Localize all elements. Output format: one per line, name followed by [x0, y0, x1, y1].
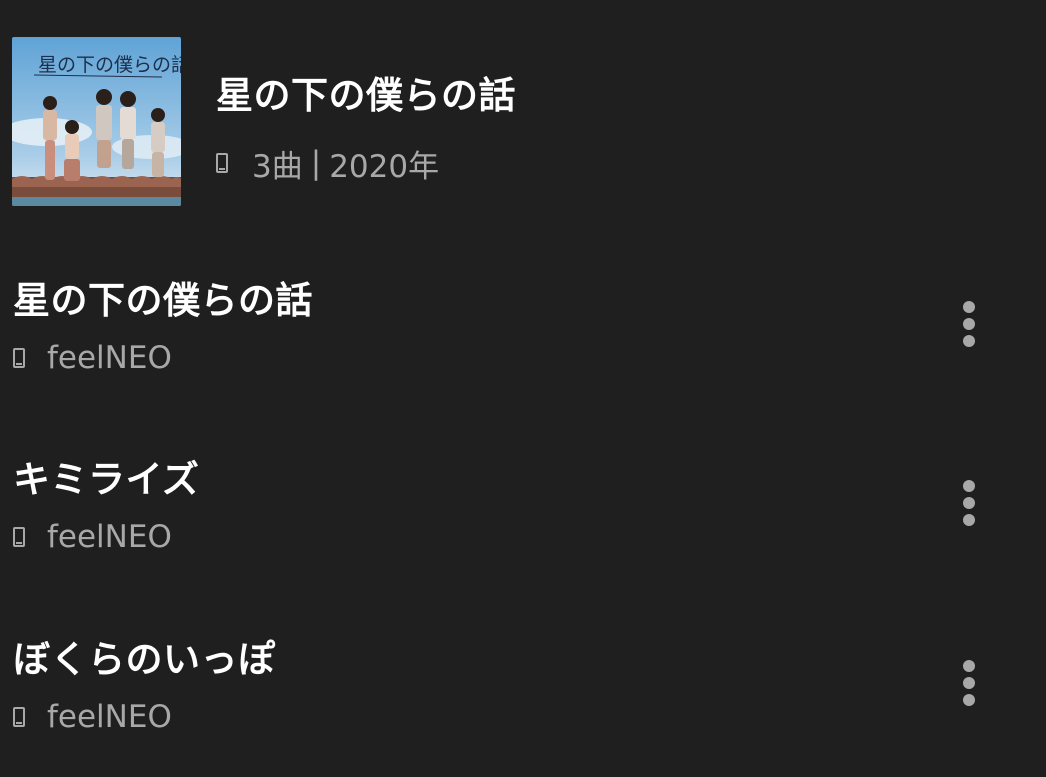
more-options-button[interactable] [948, 294, 990, 354]
more-vert-icon-dot [963, 318, 975, 330]
track-row[interactable]: キミライズ feelNEO [0, 449, 1046, 599]
more-vert-icon-dot [963, 497, 975, 509]
more-vert-icon-dot [963, 480, 975, 492]
album-cover[interactable]: 星の下の僕らの話 [12, 37, 181, 206]
artist-name: feelNEO [47, 340, 172, 376]
more-vert-icon-dot [963, 660, 975, 672]
more-options-button[interactable] [948, 473, 990, 533]
more-vert-icon-dot [963, 677, 975, 689]
track-artist: feelNEO [13, 697, 172, 737]
track-row[interactable]: 星の下の僕らの話 feelNEO [0, 270, 1046, 420]
album-header: 星の下の僕らの話 星の下の僕らの話 3曲 | 2020年 [12, 37, 1032, 206]
device-icon [13, 707, 25, 727]
album-screen: 星の下の僕らの話 星の下の僕らの話 3曲 | 2020年 星の下の僕らの話 fe… [0, 0, 1046, 777]
artist-name: feelNEO [47, 519, 172, 555]
track-artist: feelNEO [13, 338, 172, 378]
meta-separator: | [310, 145, 322, 181]
cover-title-text: 星の下の僕らの話 [38, 54, 181, 76]
more-vert-icon-dot [963, 694, 975, 706]
album-meta: 3曲 | 2020年 [216, 143, 440, 185]
track-count: 3曲 [252, 148, 303, 185]
artist-name: feelNEO [47, 699, 172, 735]
album-cover-art: 星の下の僕らの話 [12, 37, 181, 206]
release-year: 2020年 [329, 148, 440, 185]
more-vert-icon-dot [963, 514, 975, 526]
device-icon [13, 348, 25, 368]
track-title: ぼくらのいっぽ [13, 638, 276, 681]
track-row[interactable]: ぼくらのいっぽ feelNEO [0, 629, 1046, 777]
album-title: 星の下の僕らの話 [216, 74, 516, 117]
device-icon [216, 153, 228, 173]
more-vert-icon-dot [963, 301, 975, 313]
track-title: キミライズ [13, 458, 200, 501]
track-title: 星の下の僕らの話 [13, 279, 313, 322]
more-vert-icon-dot [963, 335, 975, 347]
more-options-button[interactable] [948, 653, 990, 713]
device-icon [13, 527, 25, 547]
track-artist: feelNEO [13, 517, 172, 557]
